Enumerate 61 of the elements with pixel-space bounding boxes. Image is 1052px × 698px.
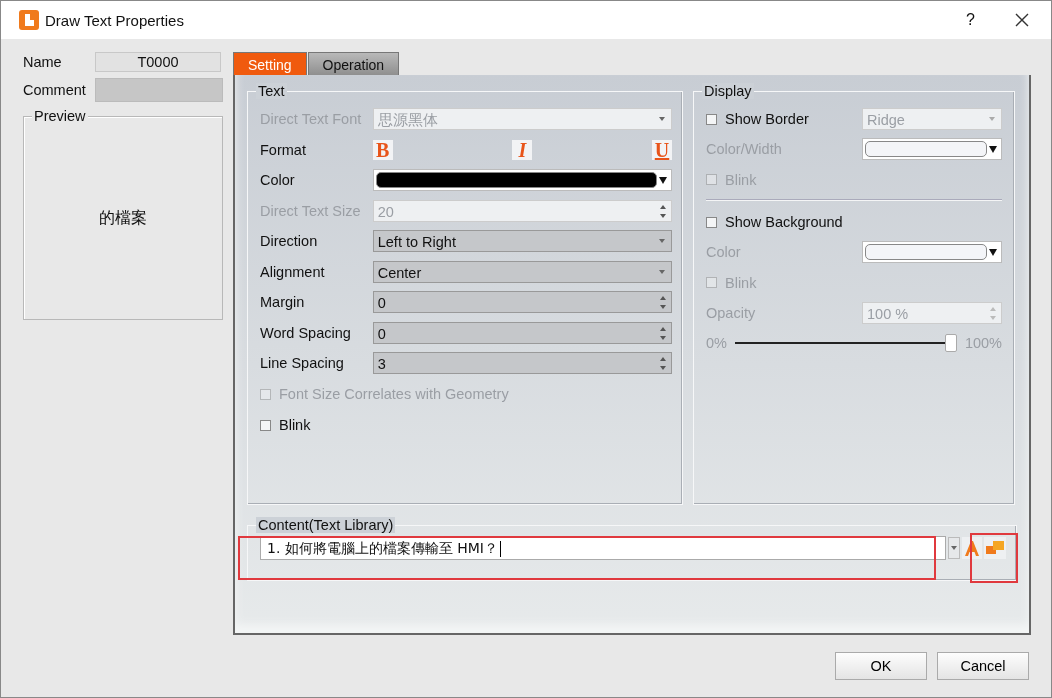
field-label: Alignment (260, 263, 326, 280)
comment-label: Comment (23, 82, 87, 98)
field-label: Direction (260, 233, 319, 250)
checkbox-label: Font Size Correlates with Geometry (279, 386, 509, 402)
preview-title: Preview (32, 108, 88, 124)
field-label: Color (260, 172, 296, 189)
dropdown-arrow-icon (989, 117, 995, 122)
name-label: Name (23, 54, 63, 70)
dropdown[interactable]: Left to Right (372, 230, 672, 253)
name-field[interactable]: T0000 (95, 52, 221, 72)
dialog-button[interactable]: Cancel (937, 652, 1029, 680)
field-label: Format (260, 141, 307, 158)
dropdown-arrow-icon (659, 239, 665, 244)
dropdown-arrow-icon (659, 269, 665, 274)
close-icon[interactable] (1015, 13, 1029, 27)
group-title: Content(Text Library) (256, 517, 396, 533)
tab[interactable]: Operation (307, 52, 400, 75)
spinner-icon (660, 326, 666, 340)
spinner-icon (660, 296, 666, 310)
color-picker[interactable] (862, 241, 1002, 264)
checkbox-label: Show Border (725, 111, 810, 128)
color-picker[interactable] (862, 138, 1002, 161)
field-label: Word Spacing (260, 324, 352, 341)
field-label: Margin (260, 294, 306, 311)
group-title: Text (256, 83, 287, 99)
highlight-frame (970, 533, 1018, 583)
group-title: Display (702, 83, 754, 99)
content-field[interactable]: 1. 如何將電腦上的檔案傳輸至 HMI？ (260, 536, 946, 560)
checkbox-label: Blink (725, 274, 758, 291)
checkbox-label: Blink (279, 417, 311, 433)
text-library-icon[interactable] (984, 537, 1006, 559)
letter-icon[interactable] (962, 537, 982, 559)
slider-max-label: 100% (964, 335, 1002, 352)
dropdown-arrow-icon (989, 145, 997, 153)
dropdown-arrow-icon (951, 546, 957, 550)
field-label: Color (706, 244, 742, 261)
spinner-icon (660, 204, 666, 218)
dropdown-arrow-icon (659, 176, 667, 184)
dropdown-button[interactable] (948, 537, 960, 559)
spinner-icon (660, 357, 666, 371)
dialog-button[interactable]: OK (835, 652, 927, 680)
spin-field[interactable]: 3 (372, 352, 672, 375)
comment-field[interactable] (95, 78, 223, 102)
checkbox[interactable] (706, 216, 717, 228)
help-button[interactable]: ? (966, 11, 975, 29)
preview-text: 的檔案 (99, 207, 147, 228)
checkbox[interactable] (260, 419, 271, 431)
field-label: Line Spacing (260, 355, 345, 372)
spinner-icon (990, 306, 996, 320)
dropdown-arrow-icon (659, 117, 665, 122)
slider-min-label: 0% (706, 335, 727, 352)
dropdown-arrow-icon (989, 248, 997, 256)
checkbox-label: Show Background (725, 214, 844, 231)
app-icon (19, 10, 39, 30)
dropdown[interactable]: Center (372, 260, 672, 283)
spin-field[interactable]: 0 (372, 291, 672, 314)
checkbox[interactable] (706, 113, 717, 125)
color-picker[interactable] (372, 169, 672, 192)
field-label: Opacity (706, 304, 757, 321)
spin-field[interactable]: 0 (372, 321, 672, 344)
window-title: Draw Text Properties (45, 11, 185, 29)
